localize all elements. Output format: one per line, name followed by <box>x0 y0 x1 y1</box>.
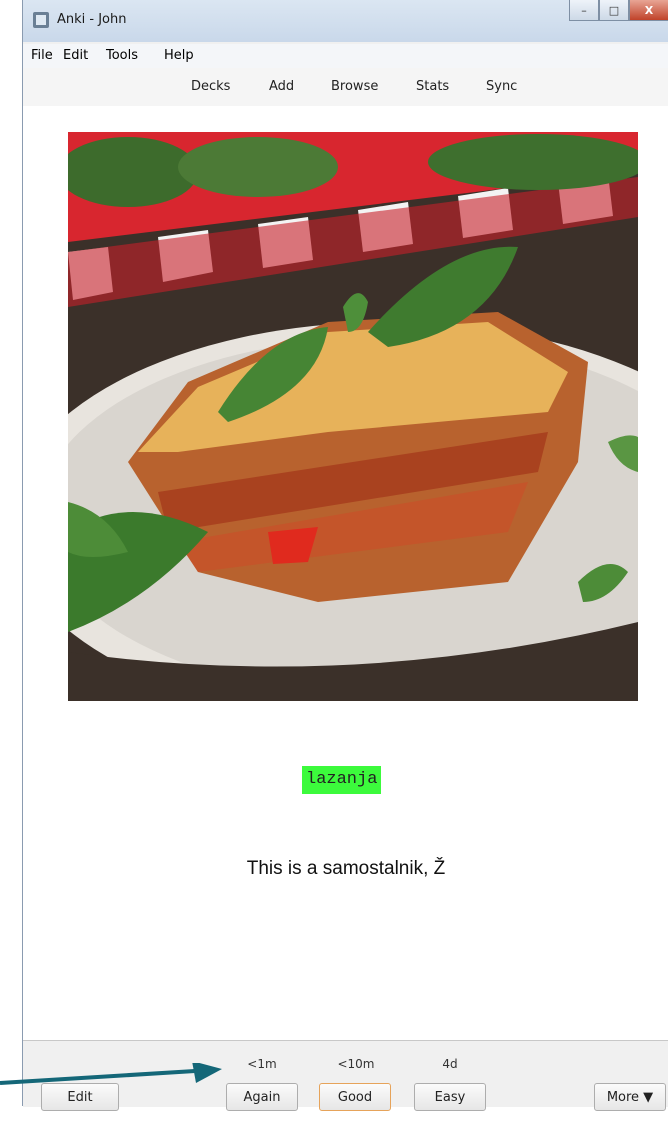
card-word: lazanja <box>302 766 382 794</box>
close-button[interactable]: X <box>629 0 668 21</box>
easy-interval: 4d <box>442 1057 458 1071</box>
window-controls: – □ X <box>569 0 668 22</box>
toolbar-add[interactable]: Add <box>269 79 294 94</box>
toolbar-decks[interactable]: Decks <box>191 79 230 94</box>
easy-button[interactable]: Easy <box>414 1083 486 1111</box>
toolbar-browse[interactable]: Browse <box>331 79 378 94</box>
pointer-arrow-icon <box>0 1063 222 1085</box>
good-button[interactable]: Good <box>319 1083 391 1111</box>
menu-file[interactable]: File <box>31 48 53 63</box>
toolbar-stats[interactable]: Stats <box>416 79 449 94</box>
main-toolbar: Decks Add Browse Stats Sync <box>23 68 668 107</box>
again-interval: <1m <box>247 1057 277 1071</box>
menu-bar: File Edit Tools Help <box>23 44 668 68</box>
maximize-button[interactable]: □ <box>599 0 629 21</box>
card-view: lazanja This is a samostalnik, Ž <box>23 106 668 1040</box>
card-description: This is a samostalnik, Ž <box>246 858 446 879</box>
toolbar-sync[interactable]: Sync <box>486 79 517 94</box>
minimize-button[interactable]: – <box>569 0 599 21</box>
more-button[interactable]: More ▼ <box>594 1083 666 1111</box>
menu-help[interactable]: Help <box>164 48 194 63</box>
lasagna-image <box>68 132 638 701</box>
good-interval: <10m <box>337 1057 375 1071</box>
again-button[interactable]: Again <box>226 1083 298 1111</box>
anki-app-icon <box>33 12 49 28</box>
anki-window: Anki - John – □ X File Edit Tools Help D… <box>22 0 668 1111</box>
window-title: Anki - John <box>57 12 127 27</box>
menu-tools[interactable]: Tools <box>106 48 138 63</box>
menu-edit[interactable]: Edit <box>63 48 88 63</box>
title-bar: Anki - John – □ X <box>23 0 668 42</box>
